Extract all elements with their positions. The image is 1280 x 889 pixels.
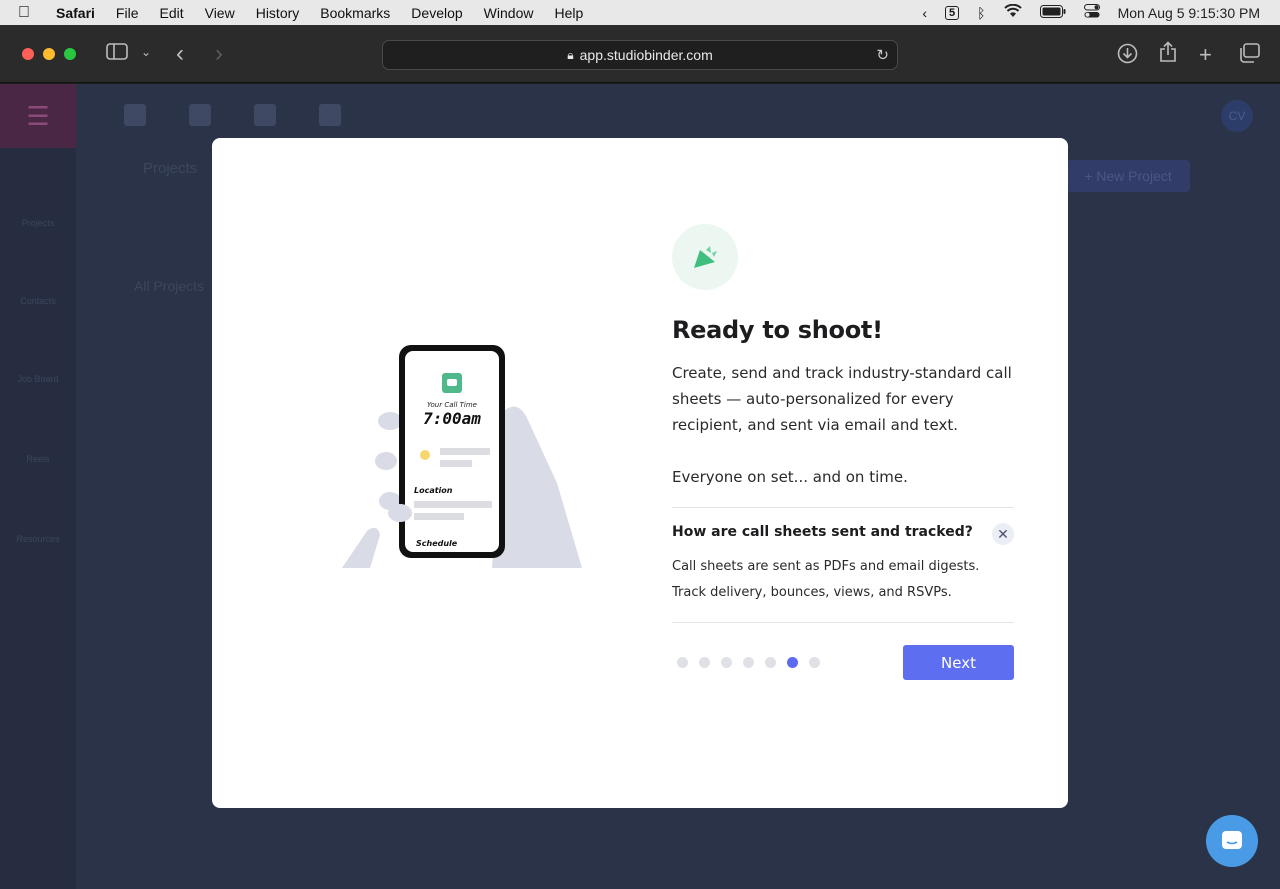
- faq-question[interactable]: How are call sheets sent and tracked?: [672, 524, 1014, 540]
- menu-bookmarks[interactable]: Bookmarks: [320, 5, 390, 21]
- top-tab-crew[interactable]: [254, 104, 276, 126]
- chat-launcher-icon[interactable]: [1206, 815, 1258, 867]
- clapper-badge-icon: [672, 224, 738, 290]
- top-tab-projects[interactable]: [124, 104, 146, 126]
- call-time-value: 7:00am: [423, 409, 481, 428]
- reload-icon[interactable]: ↻: [876, 46, 889, 64]
- pagination-dot[interactable]: [809, 657, 820, 668]
- share-icon[interactable]: [1159, 41, 1177, 68]
- sidebar-item-reels[interactable]: Reels: [0, 454, 76, 464]
- breadcrumb[interactable]: Projects: [143, 160, 197, 177]
- faq-panel: How are call sheets sent and tracked? ✕ …: [672, 507, 1014, 623]
- onboarding-modal: Your Call Time 7:00am Location Schedule …: [212, 138, 1068, 808]
- top-tab-calendar[interactable]: [319, 104, 341, 126]
- menu-clock[interactable]: Mon Aug 5 9:15:30 PM: [1118, 5, 1260, 21]
- menu-app-name[interactable]: Safari: [56, 5, 95, 21]
- location-label: Location: [414, 486, 453, 495]
- pagination-dot[interactable]: [765, 657, 776, 668]
- pagination-dots: [677, 657, 820, 668]
- app-sidebar: ☰ Projects Contacts Job Board Reels Reso…: [0, 84, 76, 889]
- next-button[interactable]: Next: [903, 645, 1014, 680]
- modal-tagline: Everyone on set... and on time.: [672, 468, 908, 486]
- sidebar-toggle-icon[interactable]: [106, 43, 128, 65]
- pagination-dot[interactable]: [743, 657, 754, 668]
- schedule-label: Schedule: [416, 539, 458, 548]
- faq-answer: Call sheets are sent as PDFs and email d…: [672, 554, 1014, 606]
- all-projects-label[interactable]: All Projects: [134, 278, 204, 294]
- modal-title: Ready to shoot!: [672, 316, 883, 344]
- pagination-dot[interactable]: [721, 657, 732, 668]
- sidebar-item-resources[interactable]: Resources: [0, 534, 76, 544]
- tab-overview-icon[interactable]: [1239, 43, 1260, 68]
- address-bar[interactable]: 🔒︎ app.studiobinder.com ↻: [382, 40, 898, 70]
- modal-content: Ready to shoot! Create, send and track i…: [672, 224, 1014, 681]
- avatar[interactable]: CV: [1221, 100, 1253, 132]
- control-center-icon[interactable]: [1083, 4, 1100, 21]
- url-text: app.studiobinder.com: [579, 47, 713, 63]
- sidebar-item-contacts[interactable]: Contacts: [0, 296, 76, 306]
- chevron-down-icon[interactable]: ⌄: [141, 45, 151, 59]
- menu-window[interactable]: Window: [484, 5, 534, 21]
- back-icon[interactable]: ‹: [176, 40, 184, 68]
- sidebar-item-job-board[interactable]: Job Board: [0, 374, 76, 384]
- minimize-window-button[interactable]: [43, 48, 55, 60]
- chevron-left-icon[interactable]: ‹: [922, 5, 927, 21]
- menu-help[interactable]: Help: [554, 5, 583, 21]
- phone-illustration: Your Call Time 7:00am Location Schedule: [342, 343, 622, 573]
- calendar-icon[interactable]: 5: [945, 5, 960, 20]
- modal-footer: Next: [672, 645, 1014, 681]
- forward-icon[interactable]: ›: [215, 40, 223, 68]
- browser-toolbar: ⌄ ‹ › 🔒︎ app.studiobinder.com ↻ +: [0, 25, 1280, 83]
- sidebar-item-projects[interactable]: Projects: [0, 218, 76, 228]
- menu-bar:  Safari File Edit View History Bookmark…: [0, 0, 1280, 25]
- call-time-label: Your Call Time: [427, 401, 477, 409]
- modal-description: Create, send and track industry-standard…: [672, 364, 1012, 434]
- bluetooth-icon[interactable]: ᛒ: [977, 5, 985, 21]
- pagination-dot[interactable]: [787, 657, 798, 668]
- close-window-button[interactable]: [22, 48, 34, 60]
- menu-file[interactable]: File: [116, 5, 139, 21]
- new-project-button[interactable]: + New Project: [1066, 160, 1190, 192]
- zoom-window-button[interactable]: [64, 48, 76, 60]
- menu-history[interactable]: History: [256, 5, 300, 21]
- pagination-dot[interactable]: [677, 657, 688, 668]
- battery-icon[interactable]: [1039, 4, 1066, 21]
- faq-answer-line-2: Track delivery, bounces, views, and RSVP…: [672, 585, 952, 600]
- menu-develop[interactable]: Develop: [411, 5, 462, 21]
- close-icon[interactable]: ✕: [992, 523, 1014, 545]
- top-tab-contacts[interactable]: [189, 104, 211, 126]
- pagination-dot[interactable]: [699, 657, 710, 668]
- menu-view[interactable]: View: [205, 5, 235, 21]
- new-tab-icon[interactable]: +: [1199, 42, 1212, 68]
- lock-icon: 🔒︎: [567, 47, 574, 62]
- studiobinder-logo-icon: ☰: [0, 84, 76, 148]
- menu-edit[interactable]: Edit: [159, 5, 183, 21]
- downloads-icon[interactable]: [1117, 43, 1138, 69]
- apple-menu-icon[interactable]: : [18, 4, 38, 22]
- faq-answer-line-1: Call sheets are sent as PDFs and email d…: [672, 559, 980, 574]
- wifi-icon[interactable]: [1003, 3, 1022, 21]
